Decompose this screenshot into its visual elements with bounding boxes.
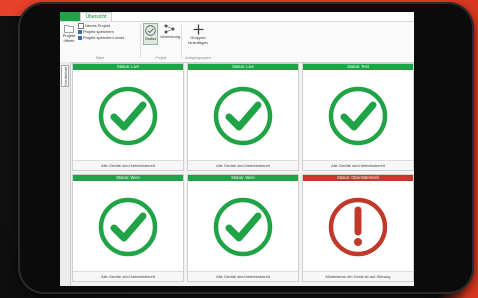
save-project-as-label: Projekt speichern unter: [83, 35, 125, 40]
group-label-file: Datei: [95, 56, 105, 60]
side-panel: Geräteliste: [60, 62, 71, 286]
network-icon: [164, 24, 174, 34]
topology-button[interactable]: Vernetzung: [160, 24, 181, 40]
tab-overview[interactable]: Übersicht: [80, 12, 112, 21]
status-card-footer: Alle Geräte sind betriebsbereit: [73, 160, 183, 170]
ribbon-separator: [181, 24, 182, 58]
save-project-label: Projekt speichern: [83, 29, 114, 34]
folder-icon: [64, 25, 74, 33]
ribbon-group-project: Status Vernetzung Projekt: [143, 23, 181, 60]
open-project-label: Projekt öffnen: [62, 33, 76, 43]
status-card-body: [188, 181, 298, 273]
exclamation-icon: [328, 197, 388, 257]
open-project-button[interactable]: Projekt öffnen: [62, 24, 76, 43]
checkmark-icon: [98, 197, 158, 257]
add-group-button[interactable]: Gruppen hinzufügen: [185, 24, 211, 45]
checkmark-icon: [328, 86, 388, 146]
status-card-body: [73, 70, 183, 162]
new-project-label: Neues Projekt: [85, 23, 111, 29]
status-card-footer: Alle Geräte sind betriebsbereit: [303, 160, 413, 170]
checkmark-icon: [213, 86, 273, 146]
status-card[interactable]: Status: Live Alle Geräte sind betriebsbe…: [72, 63, 184, 171]
status-card-footer: Alle Geräte sind betriebsbereit: [188, 160, 298, 170]
save-project-as-button[interactable]: Projekt speichern unter: [78, 35, 124, 40]
status-card-body: [188, 70, 298, 162]
ribbon-separator: [140, 24, 141, 58]
plus-icon: [193, 24, 203, 35]
device-list-tab[interactable]: Geräteliste: [61, 65, 69, 87]
topology-label: Vernetzung: [160, 34, 181, 39]
status-card-body: [73, 181, 183, 273]
checkmark-icon: [213, 197, 273, 257]
status-label: Status: [144, 36, 157, 41]
status-grid: Status: Live Alle Geräte sind betriebsbe…: [72, 62, 414, 286]
status-card[interactable]: Status: Oberösterreich Mindestens ein Ge…: [302, 174, 414, 282]
status-card-footer: Alle Geräte sind betriebsbereit: [188, 271, 298, 281]
add-group-label: Gruppen hinzufügen: [188, 35, 208, 45]
app-menu-button[interactable]: [60, 12, 80, 21]
app-window: Übersicht Projekt öffnen Neues Projekt P…: [60, 12, 414, 286]
ribbon-group-file: Projekt öffnen Neues Projekt Projekt spe…: [62, 23, 138, 60]
save-as-icon: [78, 35, 82, 40]
ribbon: Übersicht Projekt öffnen Neues Projekt P…: [60, 12, 414, 63]
status-check-icon: [145, 25, 156, 36]
save-icon: [78, 29, 82, 34]
group-label-project: Projekt: [155, 56, 167, 60]
status-card-footer: Alle Geräte sind betriebsbereit: [73, 271, 183, 281]
status-card-body: [303, 181, 413, 273]
save-project-button[interactable]: Projekt speichern: [78, 29, 114, 34]
status-card[interactable]: Status: Live Alle Geräte sind betriebsbe…: [187, 63, 299, 171]
status-card-body: [303, 70, 413, 162]
group-label-display: Anlagengruppen: [185, 56, 211, 60]
ribbon-group-display: Gruppen hinzufügen Anlagengruppen: [183, 23, 213, 60]
status-button[interactable]: Status: [143, 23, 158, 45]
checkmark-icon: [98, 86, 158, 146]
status-card[interactable]: Status: Wien Alle Geräte sind betriebsbe…: [72, 174, 184, 282]
status-card-footer: Mindestens ein Gerät ist auf Störung: [303, 271, 413, 281]
status-card[interactable]: Status: Test Alle Geräte sind betriebsbe…: [302, 63, 414, 171]
status-card[interactable]: Status: Wien Alle Geräte sind betriebsbe…: [187, 174, 299, 282]
ribbon-tabbar: Übersicht: [60, 12, 414, 22]
